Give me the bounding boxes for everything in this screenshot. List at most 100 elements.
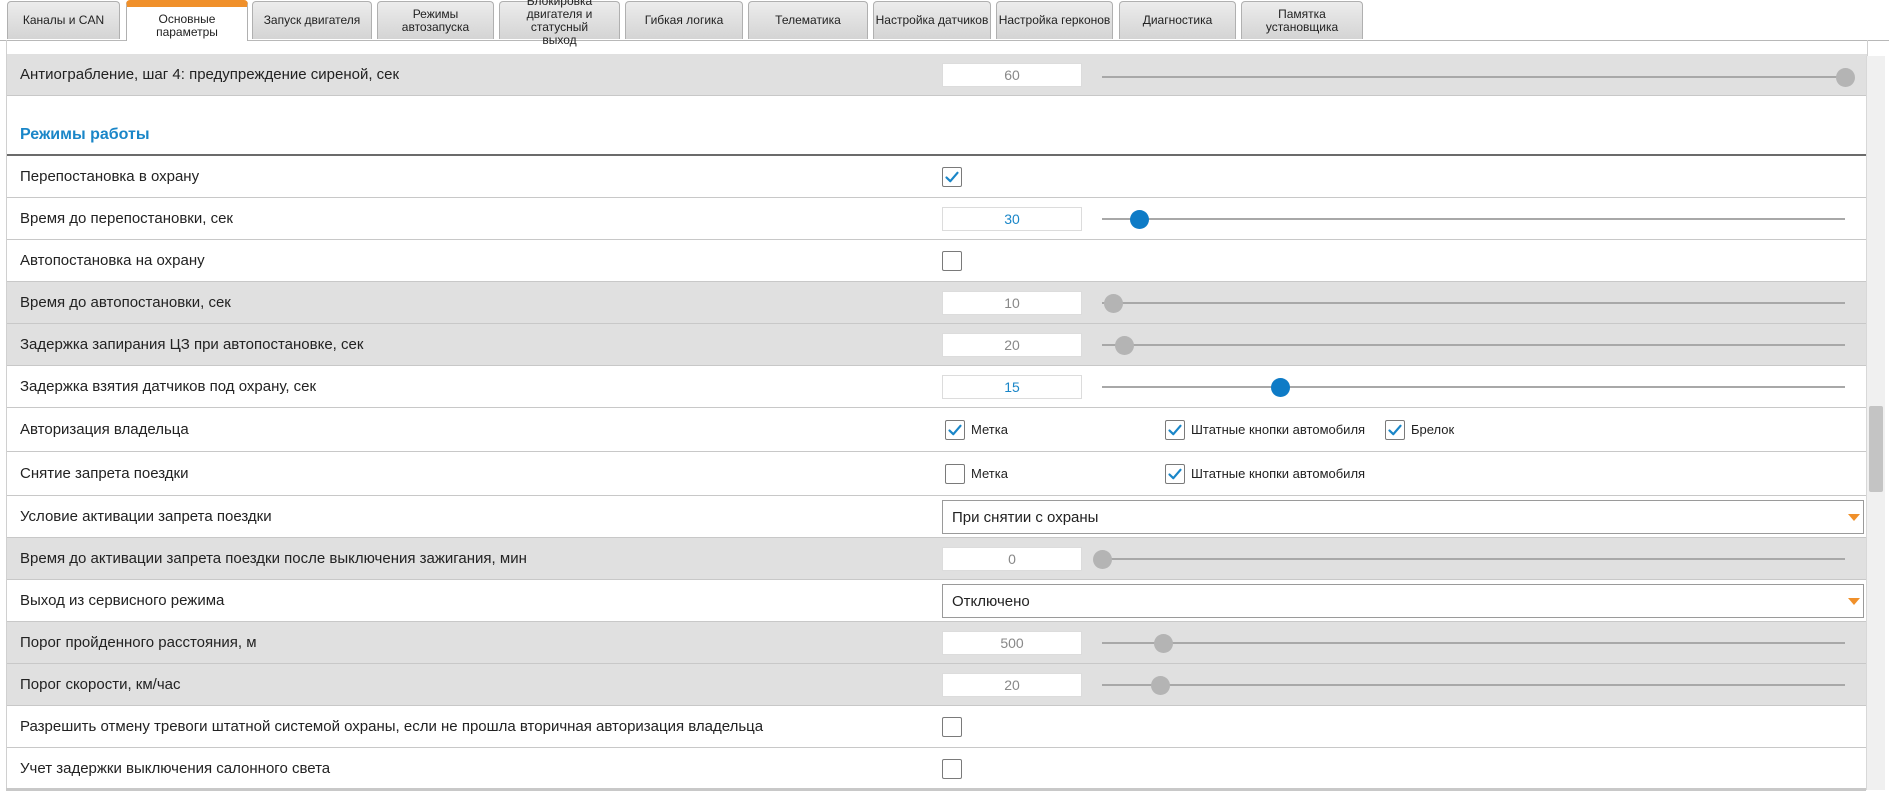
checkmark-icon bbox=[1168, 424, 1182, 436]
setting-label: Время до активации запрета поездки после… bbox=[20, 550, 527, 567]
alarm-cancel-checkbox[interactable] bbox=[942, 717, 962, 737]
setting-row-autoarm: Автопостановка на охрану bbox=[7, 240, 1867, 282]
dropdown-arrow-icon[interactable] bbox=[1848, 514, 1860, 521]
trip-release-buttons-checkbox[interactable] bbox=[1165, 464, 1185, 484]
setting-row-lock-delay: Задержка запирания ЦЗ при автопостановке… bbox=[7, 324, 1867, 366]
setting-row-trip-ban-time: Время до активации запрета поездки после… bbox=[7, 538, 1867, 580]
panel-bottom-border bbox=[6, 788, 1866, 791]
setting-label: Время до перепостановки, сек bbox=[20, 210, 233, 227]
tab-label: Каналы и CAN bbox=[22, 13, 105, 27]
tab-channels-can[interactable]: Каналы и CAN bbox=[7, 1, 120, 39]
tab-label: Гибкая логика bbox=[644, 13, 724, 27]
checkmark-icon bbox=[948, 424, 962, 436]
checkmark-icon bbox=[1388, 424, 1402, 436]
tab-main-params[interactable]: Основные параметры bbox=[126, 0, 248, 41]
slider-track[interactable] bbox=[1102, 634, 1845, 653]
setting-label: Перепостановка в охрану bbox=[20, 168, 200, 185]
tab-engine-block[interactable]: Блокировка двигателя и статусный выход bbox=[499, 0, 620, 46]
setting-row-interior-light-delay: Учет задержки выключения салонного света bbox=[7, 748, 1867, 788]
slider-track[interactable] bbox=[1102, 68, 1855, 87]
setting-row-speed-threshold: Порог скорости, км/час 20 bbox=[7, 664, 1867, 706]
setting-row-autoarm-time: Время до автопостановки, сек 10 bbox=[7, 282, 1867, 324]
value-input[interactable]: 20 bbox=[942, 333, 1082, 357]
setting-label: Снятие запрета поездки bbox=[20, 465, 189, 482]
slider-handle[interactable] bbox=[1093, 550, 1112, 569]
slider-handle[interactable] bbox=[1150, 676, 1170, 695]
owner-auth-keyfob-checkbox[interactable] bbox=[1385, 420, 1405, 440]
tab-installer-memo[interactable]: Памятка установщика bbox=[1241, 1, 1363, 39]
setting-label: Время до автопостановки, сек bbox=[20, 294, 231, 311]
tab-reed-switches[interactable]: Настройка герконов bbox=[996, 1, 1113, 39]
value-input[interactable]: 20 bbox=[942, 673, 1082, 697]
section-title: Режимы работы bbox=[20, 126, 150, 143]
owner-auth-buttons-checkbox[interactable] bbox=[1165, 420, 1185, 440]
slider-track[interactable] bbox=[1093, 550, 1845, 569]
owner-auth-tag-checkbox[interactable] bbox=[945, 420, 965, 440]
value-input[interactable]: 0 bbox=[942, 547, 1082, 571]
slider-track[interactable] bbox=[1102, 378, 1845, 397]
scrollbar-thumb[interactable] bbox=[1869, 406, 1883, 492]
setting-label: Задержка взятия датчиков под охрану, сек bbox=[20, 378, 317, 395]
select-value: Отключено bbox=[952, 592, 1030, 610]
setting-row-trip-ban-release: Снятие запрета поездки Метка Штатные кно… bbox=[7, 452, 1867, 496]
dropdown-arrow-icon[interactable] bbox=[1848, 598, 1860, 605]
value-input[interactable]: 500 bbox=[942, 631, 1082, 655]
tab-label: Телематика bbox=[775, 13, 841, 27]
rearm-checkbox[interactable] bbox=[942, 167, 962, 187]
tab-diagnostics[interactable]: Диагностика bbox=[1119, 1, 1236, 39]
slider-handle[interactable] bbox=[1271, 378, 1291, 397]
autoarm-checkbox[interactable] bbox=[942, 251, 962, 271]
setting-label: Задержка запирания ЦЗ при автопостановке… bbox=[20, 336, 364, 353]
setting-row-rearm: Перепостановка в охрану bbox=[7, 156, 1867, 198]
slider-handle[interactable] bbox=[1104, 294, 1124, 313]
value-input[interactable]: 10 bbox=[942, 291, 1082, 315]
setting-row-distance-threshold: Порог пройденного расстояния, м 500 bbox=[7, 622, 1867, 664]
slider-track[interactable] bbox=[1102, 210, 1845, 229]
slider-handle[interactable] bbox=[1836, 68, 1855, 87]
setting-row-antirobbery-siren: Антиограбление, шаг 4: предупреждение си… bbox=[7, 54, 1867, 96]
setting-label: Авторизация владельца bbox=[20, 421, 189, 438]
service-exit-select[interactable]: Отключено bbox=[942, 584, 1864, 618]
tab-label: Запуск двигателя bbox=[263, 13, 361, 27]
value-input[interactable]: 60 bbox=[942, 63, 1082, 87]
setting-row-service-exit: Выход из сервисного режима Отключено bbox=[7, 580, 1867, 622]
trip-release-tag-checkbox[interactable] bbox=[945, 464, 965, 484]
checkmark-icon bbox=[945, 171, 959, 183]
setting-label: Учет задержки выключения салонного света bbox=[20, 760, 331, 777]
slider-track[interactable] bbox=[1102, 676, 1845, 695]
tab-flexible-logic[interactable]: Гибкая логика bbox=[625, 1, 743, 39]
setting-label: Порог пройденного расстояния, м bbox=[20, 634, 257, 651]
setting-row-owner-auth: Авторизация владельца Метка Штатные кноп… bbox=[7, 408, 1867, 452]
slider-track[interactable] bbox=[1102, 336, 1845, 355]
slider-handle[interactable] bbox=[1153, 634, 1173, 653]
option-label: Брелок bbox=[1411, 422, 1455, 437]
setting-row-rearm-time: Время до перепостановки, сек 30 bbox=[7, 198, 1867, 240]
tab-label: Режимы автозапуска bbox=[401, 6, 470, 34]
setting-label: Порог скорости, км/час bbox=[20, 676, 181, 693]
tab-label: Настройка герконов bbox=[998, 13, 1111, 27]
tab-autostart-modes[interactable]: Режимы автозапуска bbox=[377, 1, 494, 39]
tab-label: Памятка установщика bbox=[1265, 6, 1339, 34]
tab-engine-start[interactable]: Запуск двигателя bbox=[252, 1, 372, 39]
slider-track[interactable] bbox=[1102, 294, 1845, 313]
slider-handle[interactable] bbox=[1130, 210, 1150, 229]
setting-row-alarm-cancel: Разрешить отмену тревоги штатной системо… bbox=[7, 706, 1867, 748]
setting-label: Выход из сервисного режима bbox=[20, 592, 225, 609]
tab-telematics[interactable]: Телематика bbox=[748, 1, 868, 39]
option-label: Метка bbox=[971, 422, 1008, 437]
value-input[interactable]: 15 bbox=[942, 375, 1082, 399]
setting-label: Антиограбление, шаг 4: предупреждение си… bbox=[20, 66, 400, 83]
settings-panel: Антиограбление, шаг 4: предупреждение си… bbox=[6, 40, 1868, 788]
tab-sensors[interactable]: Настройка датчиков bbox=[873, 1, 991, 39]
vertical-scrollbar[interactable] bbox=[1866, 56, 1885, 790]
setting-row-sensor-delay: Задержка взятия датчиков под охрану, сек… bbox=[7, 366, 1867, 408]
interior-light-delay-checkbox[interactable] bbox=[942, 759, 962, 779]
setting-label: Условие активации запрета поездки bbox=[20, 508, 272, 525]
setting-row-trip-ban-condition: Условие активации запрета поездки При сн… bbox=[7, 496, 1867, 538]
slider-handle[interactable] bbox=[1115, 336, 1135, 355]
value-input[interactable]: 30 bbox=[942, 207, 1082, 231]
option-label: Метка bbox=[971, 466, 1008, 481]
trip-ban-condition-select[interactable]: При снятии с охраны bbox=[942, 500, 1864, 534]
tab-label: Диагностика bbox=[1142, 13, 1213, 27]
option-label: Штатные кнопки автомобиля bbox=[1191, 422, 1366, 437]
